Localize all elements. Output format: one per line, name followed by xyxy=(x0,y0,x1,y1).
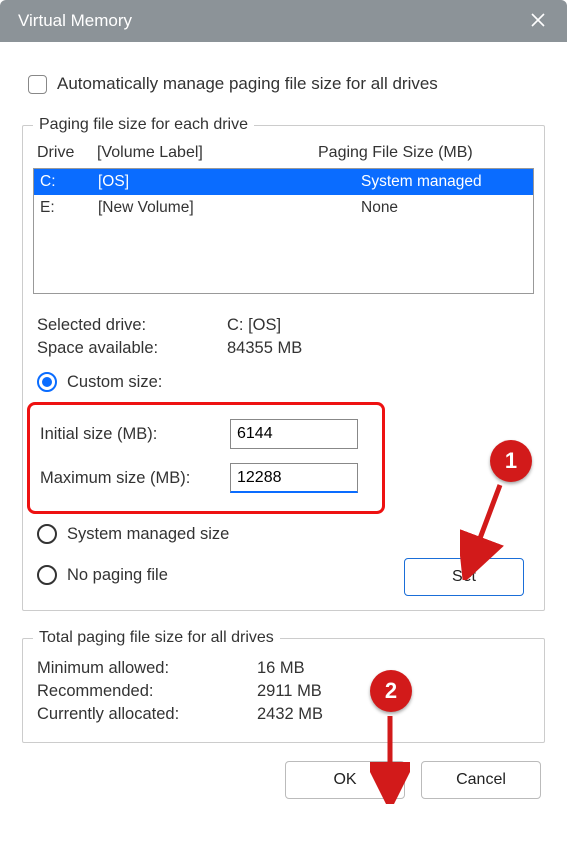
currently-allocated-label: Currently allocated: xyxy=(37,705,257,724)
virtual-memory-dialog: Virtual Memory Automatically manage pagi… xyxy=(0,0,567,866)
drive-letter: E: xyxy=(38,199,98,217)
drive-size: None xyxy=(319,199,529,217)
col-drive: Drive xyxy=(37,144,97,162)
no-paging-radio[interactable] xyxy=(37,565,57,585)
close-icon[interactable] xyxy=(523,8,553,34)
auto-manage-label: Automatically manage paging file size fo… xyxy=(57,74,438,94)
initial-size-label: Initial size (MB): xyxy=(40,425,230,444)
drive-letter: C: xyxy=(38,173,98,191)
system-managed-label: System managed size xyxy=(67,525,229,544)
no-paging-label: No paging file xyxy=(67,566,168,585)
per-drive-group: Paging file size for each drive Drive [V… xyxy=(22,116,545,611)
space-available-label: Space available: xyxy=(37,339,227,358)
selected-drive-value: C: [OS] xyxy=(227,316,281,335)
min-allowed-value: 16 MB xyxy=(257,659,305,678)
col-volume-label: [Volume Label] xyxy=(97,144,318,162)
initial-size-input[interactable] xyxy=(230,419,358,449)
currently-allocated-value: 2432 MB xyxy=(257,705,323,724)
titlebar: Virtual Memory xyxy=(0,0,567,42)
drive-row[interactable]: E: [New Volume] None xyxy=(34,195,533,221)
drive-size: System managed xyxy=(319,173,529,191)
drive-volume: [OS] xyxy=(98,173,319,191)
window-title: Virtual Memory xyxy=(18,11,132,31)
ok-button[interactable]: OK xyxy=(285,761,405,799)
col-paging-size: Paging File Size (MB) xyxy=(318,144,528,162)
maximum-size-label: Maximum size (MB): xyxy=(40,469,230,488)
annotation-badge-1: 1 xyxy=(490,440,532,482)
annotation-highlight-box: Initial size (MB): Maximum size (MB): xyxy=(27,402,385,514)
set-button[interactable]: Set xyxy=(404,558,524,596)
drive-row[interactable]: C: [OS] System managed xyxy=(34,169,533,195)
totals-legend: Total paging file size for all drives xyxy=(33,629,280,647)
auto-manage-checkbox[interactable] xyxy=(28,75,47,94)
maximum-size-input[interactable] xyxy=(230,463,358,493)
drive-list[interactable]: C: [OS] System managed E: [New Volume] N… xyxy=(33,168,534,294)
drive-list-header: Drive [Volume Label] Paging File Size (M… xyxy=(33,142,534,168)
custom-size-radio[interactable] xyxy=(37,372,57,392)
system-managed-radio[interactable] xyxy=(37,524,57,544)
per-drive-legend: Paging file size for each drive xyxy=(33,116,254,134)
selected-drive-label: Selected drive: xyxy=(37,316,227,335)
recommended-label: Recommended: xyxy=(37,682,257,701)
min-allowed-label: Minimum allowed: xyxy=(37,659,257,678)
custom-size-label: Custom size: xyxy=(67,373,162,392)
totals-group: Total paging file size for all drives Mi… xyxy=(22,629,545,743)
cancel-button[interactable]: Cancel xyxy=(421,761,541,799)
recommended-value: 2911 MB xyxy=(257,682,322,701)
space-available-value: 84355 MB xyxy=(227,339,302,358)
drive-volume: [New Volume] xyxy=(98,199,319,217)
annotation-badge-2: 2 xyxy=(370,670,412,712)
